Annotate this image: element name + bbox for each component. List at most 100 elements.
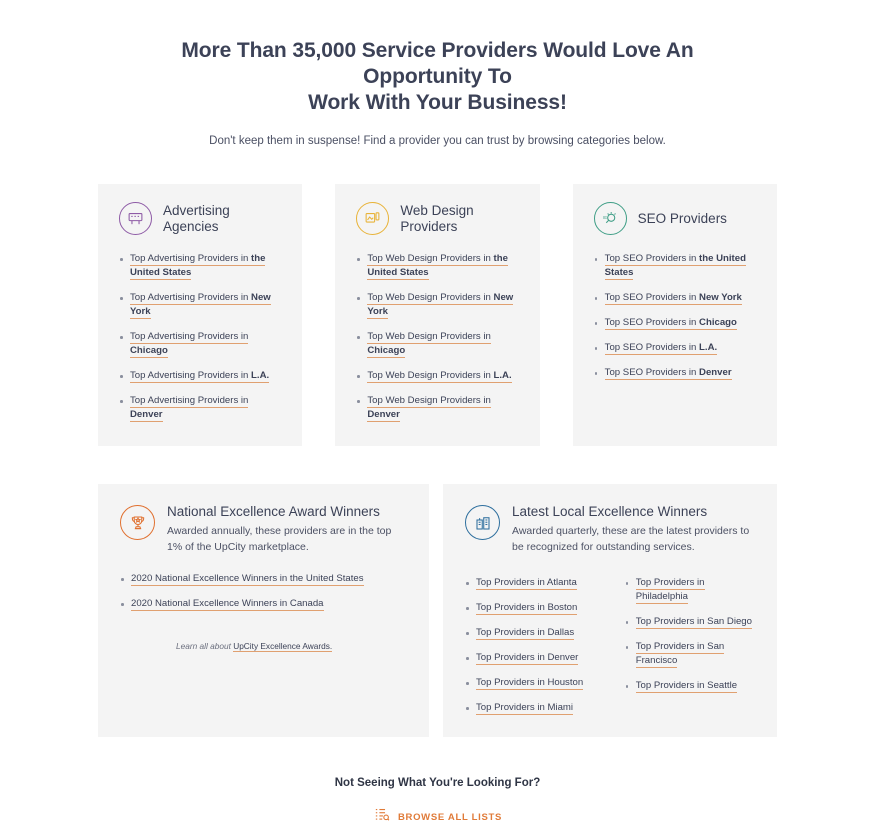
award-winners-link[interactable]: 2020 National Excellence Winners in the … bbox=[131, 573, 364, 586]
award-card-row: National Excellence Award Winners Awarde… bbox=[0, 484, 875, 737]
card-title: SEO Providers bbox=[637, 210, 727, 226]
provider-link[interactable]: Top SEO Providers in L.A. bbox=[604, 342, 718, 355]
provider-link[interactable]: Top Web Design Providers in Denver bbox=[367, 395, 491, 422]
trophy-icon bbox=[120, 505, 155, 540]
link-place: L.A. bbox=[251, 370, 270, 381]
link-prefix: Top Web Design Providers in bbox=[367, 370, 494, 381]
link-place: Chicago bbox=[130, 345, 168, 356]
learn-more-line: Learn all about UpCity Excellence Awards… bbox=[176, 641, 407, 652]
footer-title: Not Seeing What You're Looking For? bbox=[334, 777, 541, 789]
web-layout-icon bbox=[356, 202, 390, 235]
provider-link[interactable]: Top Web Design Providers in Chicago bbox=[367, 331, 491, 358]
link-prefix: Top Web Design Providers in bbox=[367, 292, 494, 303]
card-header: National Excellence Award Winners Awarde… bbox=[120, 503, 407, 555]
local-provider-link[interactable]: Top Providers in Dallas bbox=[476, 627, 575, 640]
list-item: Top Web Design Providers in the United S… bbox=[356, 252, 518, 280]
list-item: Top Providers in Boston bbox=[465, 601, 603, 615]
list-item: Top Providers in Philadelphia bbox=[625, 576, 755, 604]
browse-all-lists-label: BROWSE ALL LISTS bbox=[397, 811, 503, 823]
headline-line-1: More Than 35,000 Service Providers Would… bbox=[181, 39, 694, 88]
page-footer: Not Seeing What You're Looking For? BROW… bbox=[0, 777, 875, 828]
link-prefix: Top Advertising Providers in bbox=[130, 395, 249, 406]
local-provider-link[interactable]: Top Providers in Denver bbox=[476, 652, 579, 665]
local-links-column-a: Top Providers in Atlanta Top Providers i… bbox=[465, 576, 603, 715]
local-provider-link[interactable]: Top Providers in Houston bbox=[476, 677, 584, 690]
local-provider-link[interactable]: Top Providers in Miami bbox=[476, 702, 574, 715]
link-place: L.A. bbox=[493, 370, 512, 381]
list-item: Top Providers in Houston bbox=[465, 676, 603, 690]
provider-link[interactable]: Top SEO Providers in Chicago bbox=[604, 317, 737, 330]
link-prefix: Top SEO Providers in bbox=[604, 342, 700, 353]
card-description: Awarded quarterly, these are the latest … bbox=[512, 525, 750, 553]
local-links-columns: Top Providers in Atlanta Top Providers i… bbox=[465, 576, 755, 715]
provider-link[interactable]: Top Advertising Providers in the United … bbox=[130, 253, 266, 280]
list-item: Top SEO Providers in the United States bbox=[594, 252, 756, 280]
link-place: Denver bbox=[699, 367, 732, 378]
link-place: New York bbox=[699, 292, 742, 303]
billboard-icon bbox=[119, 202, 152, 235]
link-prefix: Top Advertising Providers in bbox=[130, 370, 252, 381]
card-title: Advertising Agencies bbox=[163, 202, 230, 234]
link-prefix: Top Advertising Providers in bbox=[130, 331, 249, 342]
local-provider-link[interactable]: Top Providers in Seattle bbox=[635, 680, 738, 693]
list-item: Top Providers in San Diego bbox=[625, 615, 755, 629]
svg-text:IE: IE bbox=[603, 215, 607, 220]
card-latest-local-excellence: Latest Local Excellence Winners Awarded … bbox=[443, 484, 777, 737]
list-item: Top SEO Providers in L.A. bbox=[594, 341, 756, 355]
list-item: Top SEO Providers in New York bbox=[594, 291, 756, 305]
local-provider-link[interactable]: Top Providers in San Diego bbox=[635, 616, 752, 629]
headline-line-2: Work With Your Business! bbox=[308, 91, 567, 114]
card-link-list: 2020 National Excellence Winners in the … bbox=[120, 572, 407, 611]
list-item: Top Providers in Atlanta bbox=[465, 576, 603, 590]
provider-link[interactable]: Top Advertising Providers in L.A. bbox=[130, 370, 270, 383]
provider-link[interactable]: Top Web Design Providers in L.A. bbox=[367, 370, 512, 383]
link-prefix: Top SEO Providers in bbox=[604, 292, 700, 303]
card-title: Web Design Providers bbox=[400, 202, 474, 234]
local-provider-link[interactable]: Top Providers in Philadelphia bbox=[635, 577, 705, 604]
link-prefix: Top SEO Providers in bbox=[604, 367, 700, 378]
link-place: Denver bbox=[130, 409, 163, 420]
link-prefix: Top Web Design Providers in bbox=[367, 395, 491, 406]
provider-link[interactable]: Top SEO Providers in New York bbox=[604, 292, 742, 305]
list-item: Top SEO Providers in Denver bbox=[594, 366, 756, 380]
card-national-excellence: National Excellence Award Winners Awarde… bbox=[98, 484, 429, 737]
link-place: Chicago bbox=[367, 345, 406, 356]
card-header: Web Design Providers bbox=[356, 202, 518, 235]
upcity-excellence-awards-link[interactable]: UpCity Excellence Awards. bbox=[233, 641, 333, 652]
provider-link[interactable]: Top SEO Providers in the United States bbox=[604, 253, 746, 280]
local-provider-link[interactable]: Top Providers in Atlanta bbox=[476, 577, 577, 590]
card-header-text: Latest Local Excellence Winners Awarded … bbox=[512, 503, 755, 555]
link-prefix: Top Advertising Providers in bbox=[130, 292, 252, 303]
browse-all-lists-button[interactable]: BROWSE ALL LISTS bbox=[373, 806, 502, 828]
list-item: Top Providers in Denver bbox=[465, 651, 603, 665]
link-prefix: Top Web Design Providers in bbox=[367, 331, 491, 342]
provider-link[interactable]: Top Web Design Providers in New York bbox=[367, 292, 514, 319]
list-item: 2020 National Excellence Winners in the … bbox=[120, 572, 407, 586]
card-header: Latest Local Excellence Winners Awarded … bbox=[465, 503, 755, 555]
link-prefix: Top SEO Providers in bbox=[604, 317, 700, 328]
provider-link[interactable]: Top SEO Providers in Denver bbox=[604, 367, 732, 380]
provider-link[interactable]: Top Advertising Providers in New York bbox=[130, 292, 271, 319]
local-links-column-b: Top Providers in Philadelphia Top Provid… bbox=[625, 576, 755, 715]
award-winners-link[interactable]: 2020 National Excellence Winners in Cana… bbox=[131, 598, 324, 611]
provider-link[interactable]: Top Web Design Providers in the United S… bbox=[367, 253, 508, 280]
card-header: IE SEO Providers bbox=[593, 202, 756, 235]
local-provider-link[interactable]: Top Providers in Boston bbox=[476, 602, 578, 615]
card-link-list: Top Web Design Providers in the United S… bbox=[356, 252, 518, 422]
list-item: 2020 National Excellence Winners in Cana… bbox=[120, 597, 407, 611]
page-subtitle: Don't keep them in suspense! Find a prov… bbox=[209, 135, 666, 147]
provider-link[interactable]: Top Advertising Providers in Denver bbox=[130, 395, 249, 422]
card-link-list: Top Advertising Providers in the United … bbox=[119, 252, 281, 422]
list-item: Top Providers in Seattle bbox=[625, 679, 755, 693]
local-provider-link[interactable]: Top Providers in San Francisco bbox=[635, 641, 725, 668]
seo-magnifier-icon: IE bbox=[593, 202, 627, 235]
list-item: Top SEO Providers in Chicago bbox=[594, 316, 756, 330]
page-header: More Than 35,000 Service Providers Would… bbox=[0, 0, 875, 149]
list-item: Top Web Design Providers in Chicago bbox=[356, 330, 518, 358]
list-item: Top Advertising Providers in New York bbox=[119, 291, 281, 319]
card-header-text: National Excellence Award Winners Awarde… bbox=[167, 503, 407, 555]
list-item: Top Web Design Providers in Denver bbox=[356, 394, 518, 422]
list-item: Top Advertising Providers in the United … bbox=[119, 252, 281, 280]
provider-link[interactable]: Top Advertising Providers in Chicago bbox=[130, 331, 249, 358]
card-description: Awarded annually, these providers are in… bbox=[167, 525, 392, 553]
